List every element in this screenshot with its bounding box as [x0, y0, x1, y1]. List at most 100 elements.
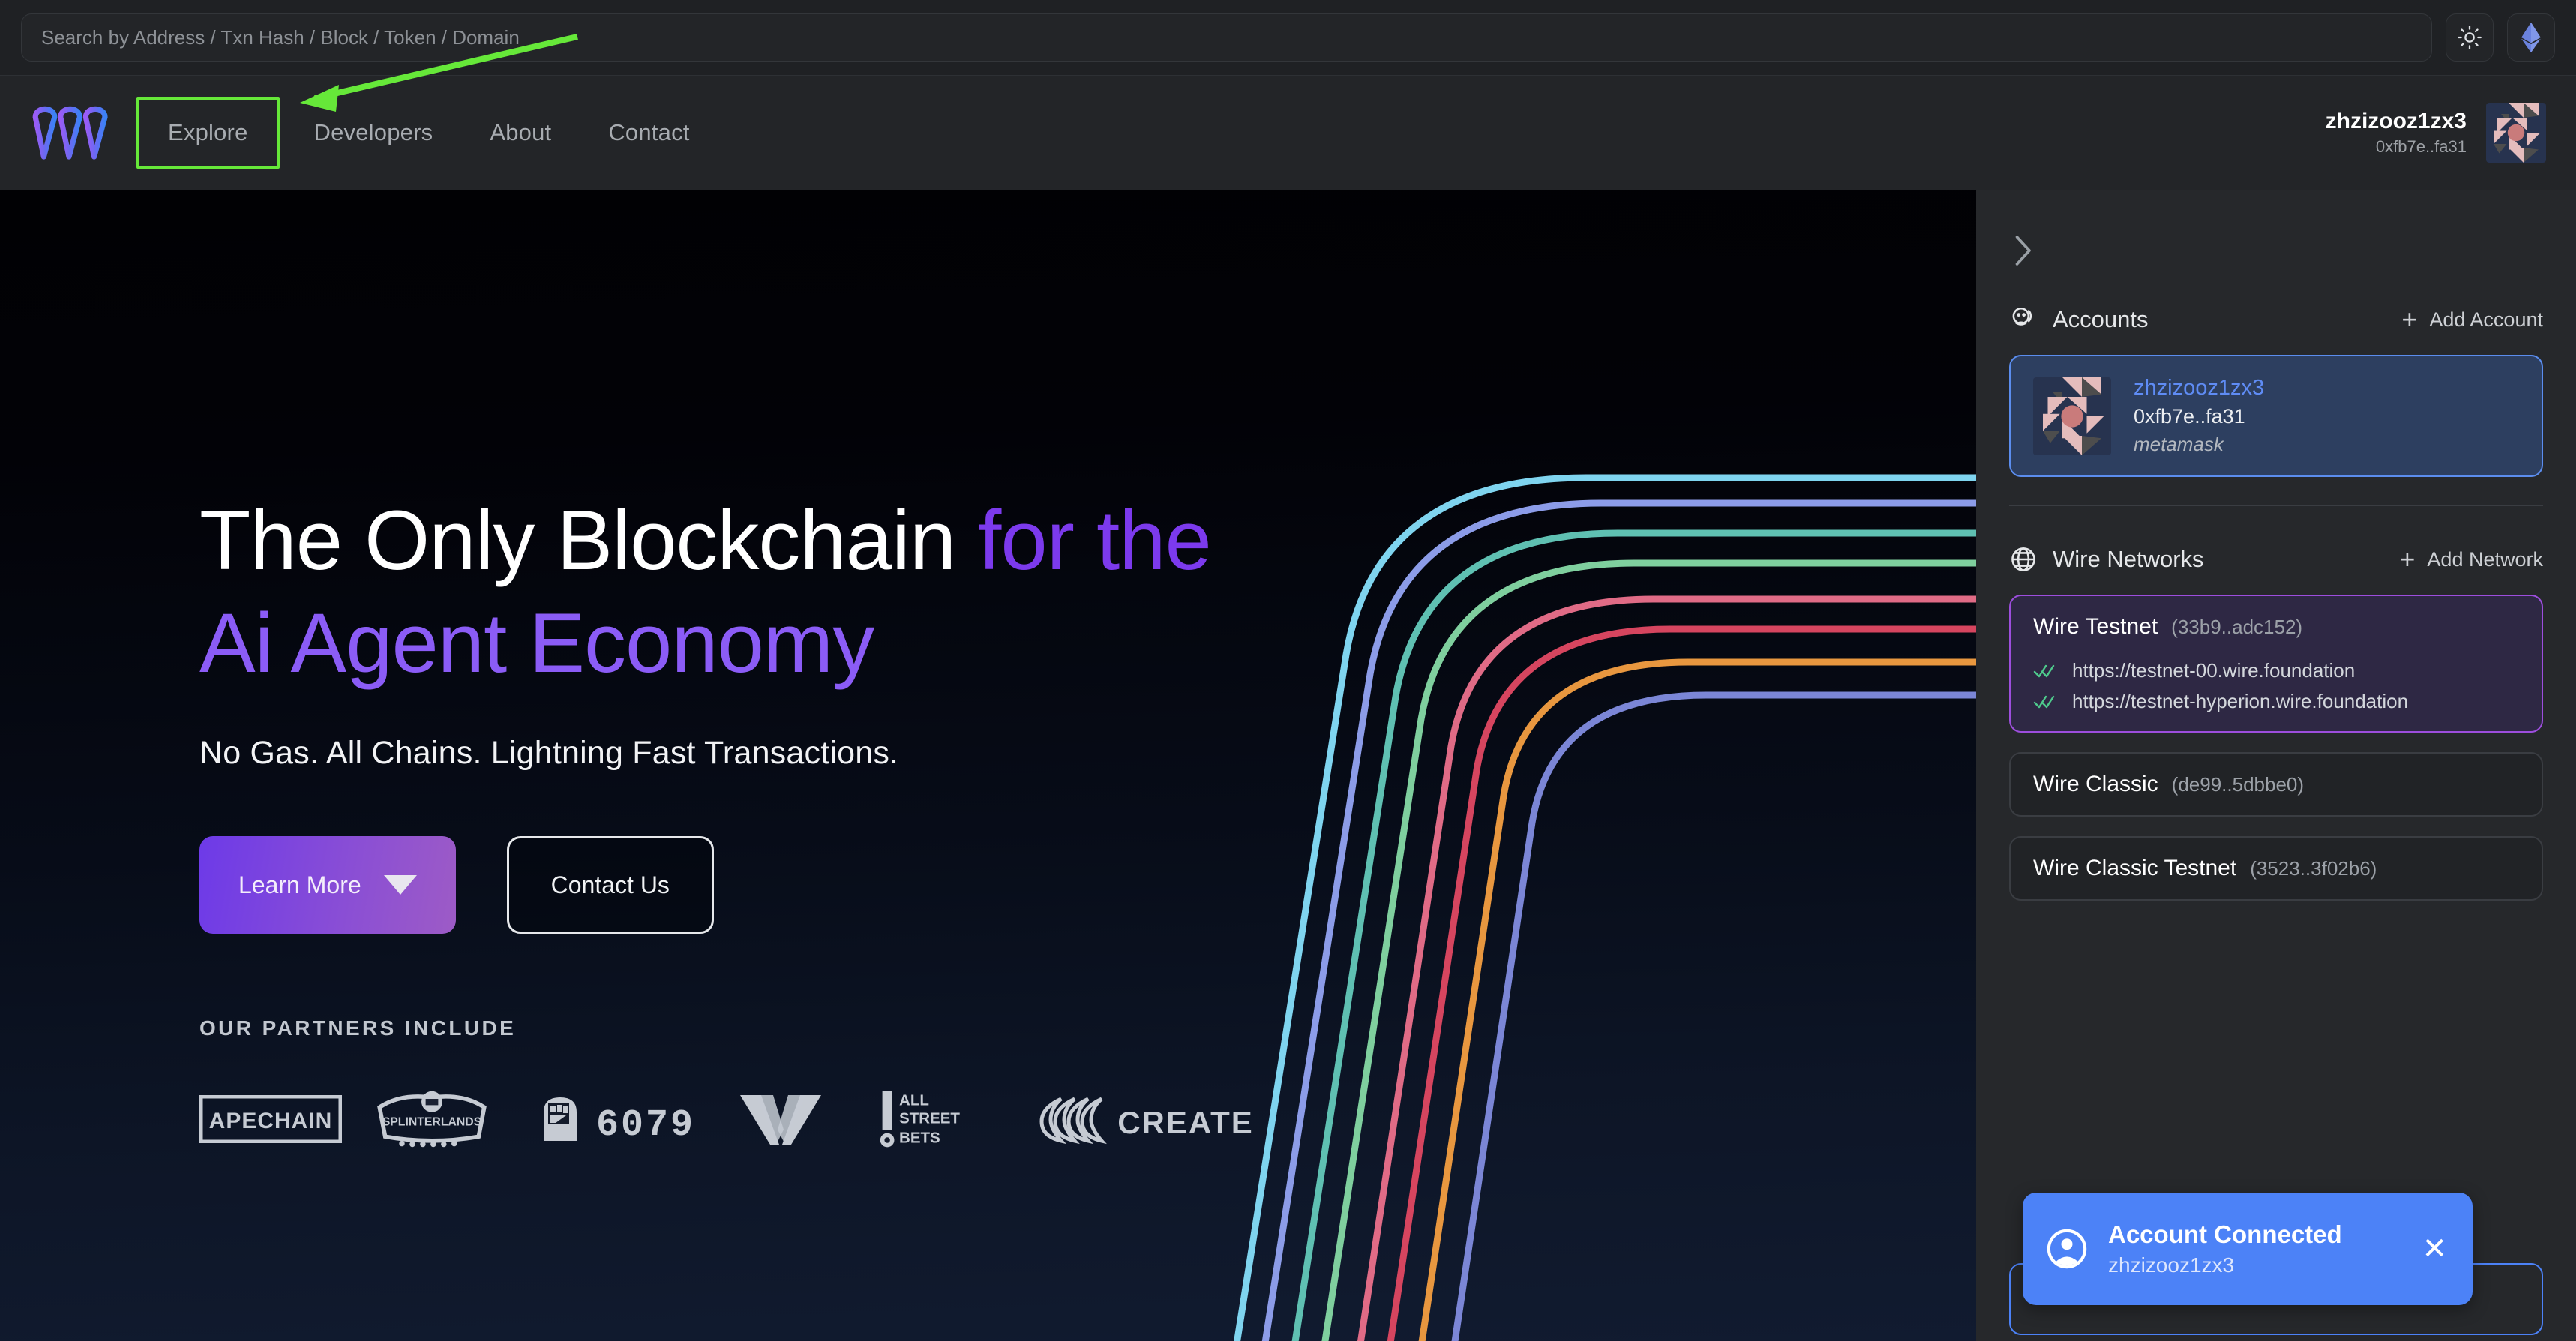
nav-item-developers[interactable]: Developers [286, 97, 462, 169]
identicon-avatar [2486, 103, 2546, 163]
network-rpc-list: https://testnet-00.wire.foundation https… [2033, 659, 2519, 713]
header-account-address: 0xfb7e..fa31 [2375, 137, 2467, 156]
svg-text:ALL: ALL [899, 1092, 929, 1109]
account-card-selected[interactable]: zhzizooz1zx3 0xfb7e..fa31 metamask [2009, 355, 2543, 477]
hero-headline: The Only Blockchain for the Ai Agent Eco… [199, 490, 1624, 694]
app-root: Explore Developers About Contact zhzizoo… [0, 0, 2576, 1341]
network-selector-button[interactable] [2507, 14, 2555, 62]
all-street-bets-icon: ALL STREET BETS [880, 1090, 960, 1148]
networks-section-header: Wire Networks + Add Network [2009, 545, 2543, 574]
wallet-sidebar: Accounts + Add Account zhzizooz1zx3 0xfb… [1976, 190, 2576, 1341]
accounts-title-group: Accounts [2009, 305, 2149, 334]
network-card-wire-classic[interactable]: Wire Classic (de99..5dbbe0) [2009, 752, 2543, 817]
toast-subtitle: zhzizooz1zx3 [2108, 1253, 2235, 1276]
svg-text:APECHAIN: APECHAIN [209, 1108, 333, 1133]
partner-logo-splinterlands[interactable]: SPLINTERLANDS [372, 1087, 533, 1151]
rpc-row[interactable]: https://testnet-00.wire.foundation [2033, 659, 2519, 682]
top-search-bar [0, 0, 2576, 75]
user-circle-icon [2047, 1228, 2087, 1269]
headline-part-2: for the [978, 494, 1212, 587]
network-id: (de99..5dbbe0) [2171, 773, 2305, 796]
globe-icon [2011, 548, 2035, 572]
add-account-button[interactable]: + Add Account [2401, 306, 2543, 333]
accounts-section-header: Accounts + Add Account [2009, 305, 2543, 334]
network-name: Wire Testnet [2033, 614, 2158, 639]
6079-icon: 6079 [544, 1097, 695, 1145]
svg-text:CREATE: CREATE [1117, 1105, 1253, 1140]
account-source: metamask [2134, 433, 2224, 455]
account-alias: zhzizooz1zx3 [2134, 376, 2265, 400]
learn-more-label: Learn More [238, 871, 361, 898]
headline-part-1: The Only Blockchain [199, 494, 979, 587]
hero-section: The Only Blockchain for the Ai Agent Eco… [0, 190, 1976, 1341]
hero-cta-row: Learn More Contact Us [199, 836, 1624, 934]
toast-title: Account Connected [2108, 1220, 2342, 1248]
network-card-wire-classic-testnet[interactable]: Wire Classic Testnet (3523..3f02b6) [2009, 836, 2543, 901]
networks-title: Wire Networks [2053, 546, 2204, 572]
chevron-down-icon [383, 875, 417, 896]
network-card-wire-testnet[interactable]: Wire Testnet (33b9..adc152) https://test… [2009, 595, 2543, 733]
network-name: Wire Classic [2033, 772, 2158, 796]
plus-icon: + [2401, 304, 2418, 334]
rpc-url: https://testnet-00.wire.foundation [2072, 659, 2356, 682]
toast-text-group: Account Connected zhzizooz1zx3 [2108, 1220, 2342, 1277]
double-check-icon [2033, 664, 2055, 677]
partners-logo-row: APECHAIN SPLINTERLANDS 6079 ALL STREET B… [199, 1087, 1624, 1151]
main-navigation: Explore Developers About Contact zhzizoo… [0, 34, 2576, 190]
wing-mark-icon [740, 1095, 821, 1145]
ethereum-icon [2521, 22, 2541, 53]
network-header: Wire Testnet (33b9..adc152) [2033, 614, 2519, 640]
partner-logo-wing[interactable] [736, 1087, 878, 1151]
add-network-label: Add Network [2427, 548, 2543, 571]
splinterlands-icon: SPLINTERLANDS [377, 1091, 487, 1148]
nav-item-contact[interactable]: Contact [580, 97, 718, 169]
nav-item-about[interactable]: About [461, 97, 580, 169]
svg-text:BETS: BETS [899, 1130, 940, 1147]
add-network-button[interactable]: + Add Network [2399, 546, 2543, 573]
add-account-label: Add Account [2429, 308, 2543, 331]
header-account-name: zhzizooz1zx3 [2325, 109, 2467, 134]
learn-more-button[interactable]: Learn More [199, 836, 456, 934]
nav-label-about: About [490, 119, 552, 146]
chevron-right-icon [2015, 236, 2031, 266]
network-id: (3523..3f02b6) [2250, 857, 2377, 880]
svg-text:6079: 6079 [596, 1104, 695, 1145]
partner-logo-create[interactable]: CREATE [1036, 1087, 1276, 1151]
hero-subheadline: No Gas. All Chains. Lightning Fast Trans… [199, 735, 899, 772]
headline-part-3: Ai Agent Economy [199, 596, 874, 690]
sidebar-collapse-button[interactable] [2009, 227, 2054, 274]
partners-label: OUR PARTNERS INCLUDE [199, 1016, 517, 1040]
network-header: Wire Classic Testnet (3523..3f02b6) [2033, 856, 2519, 881]
nav-label-contact: Contact [608, 119, 690, 146]
hero-content: The Only Blockchain for the Ai Agent Eco… [199, 490, 1624, 1151]
account-connected-toast: Account Connected zhzizooz1zx3 ✕ [2023, 1192, 2473, 1305]
header-account-chip[interactable]: zhzizooz1zx3 0xfb7e..fa31 [2326, 103, 2546, 163]
account-address: 0xfb7e..fa31 [2134, 405, 2245, 428]
network-header: Wire Classic (de99..5dbbe0) [2033, 772, 2519, 797]
close-icon[interactable]: ✕ [2422, 1234, 2447, 1264]
nav-label-developers: Developers [313, 119, 433, 146]
page-body: The Only Blockchain for the Ai Agent Eco… [0, 190, 2576, 1341]
rpc-url: https://testnet-hyperion.wire.foundation [2072, 690, 2409, 712]
network-id: (33b9..adc152) [2171, 616, 2303, 638]
nav-items: Explore Developers About Contact [136, 97, 718, 169]
svg-text:SPLINTERLANDS: SPLINTERLANDS [382, 1116, 482, 1129]
partner-logo-apechain[interactable]: APECHAIN [199, 1087, 372, 1151]
search-input[interactable] [21, 14, 2432, 62]
partner-logo-allstreetbets[interactable]: ALL STREET BETS [878, 1087, 1036, 1151]
double-check-icon [2033, 695, 2055, 708]
search-field-wrapper [21, 14, 2432, 62]
wire-logo[interactable] [27, 104, 111, 162]
plus-icon: + [2399, 544, 2416, 574]
svg-text:STREET: STREET [899, 1110, 960, 1127]
identicon-avatar [2033, 376, 2111, 455]
accounts-title: Accounts [2053, 306, 2149, 332]
apechain-icon: APECHAIN [199, 1095, 342, 1144]
rpc-row[interactable]: https://testnet-hyperion.wire.foundation [2033, 690, 2519, 713]
contact-us-button[interactable]: Contact Us [506, 836, 714, 934]
theme-toggle-button[interactable] [2446, 14, 2494, 62]
networks-title-group: Wire Networks [2009, 545, 2204, 574]
nav-item-explore[interactable]: Explore [136, 97, 280, 169]
create-icon: CREATE [1039, 1096, 1253, 1144]
partner-logo-6079[interactable]: 6079 [533, 1087, 736, 1151]
